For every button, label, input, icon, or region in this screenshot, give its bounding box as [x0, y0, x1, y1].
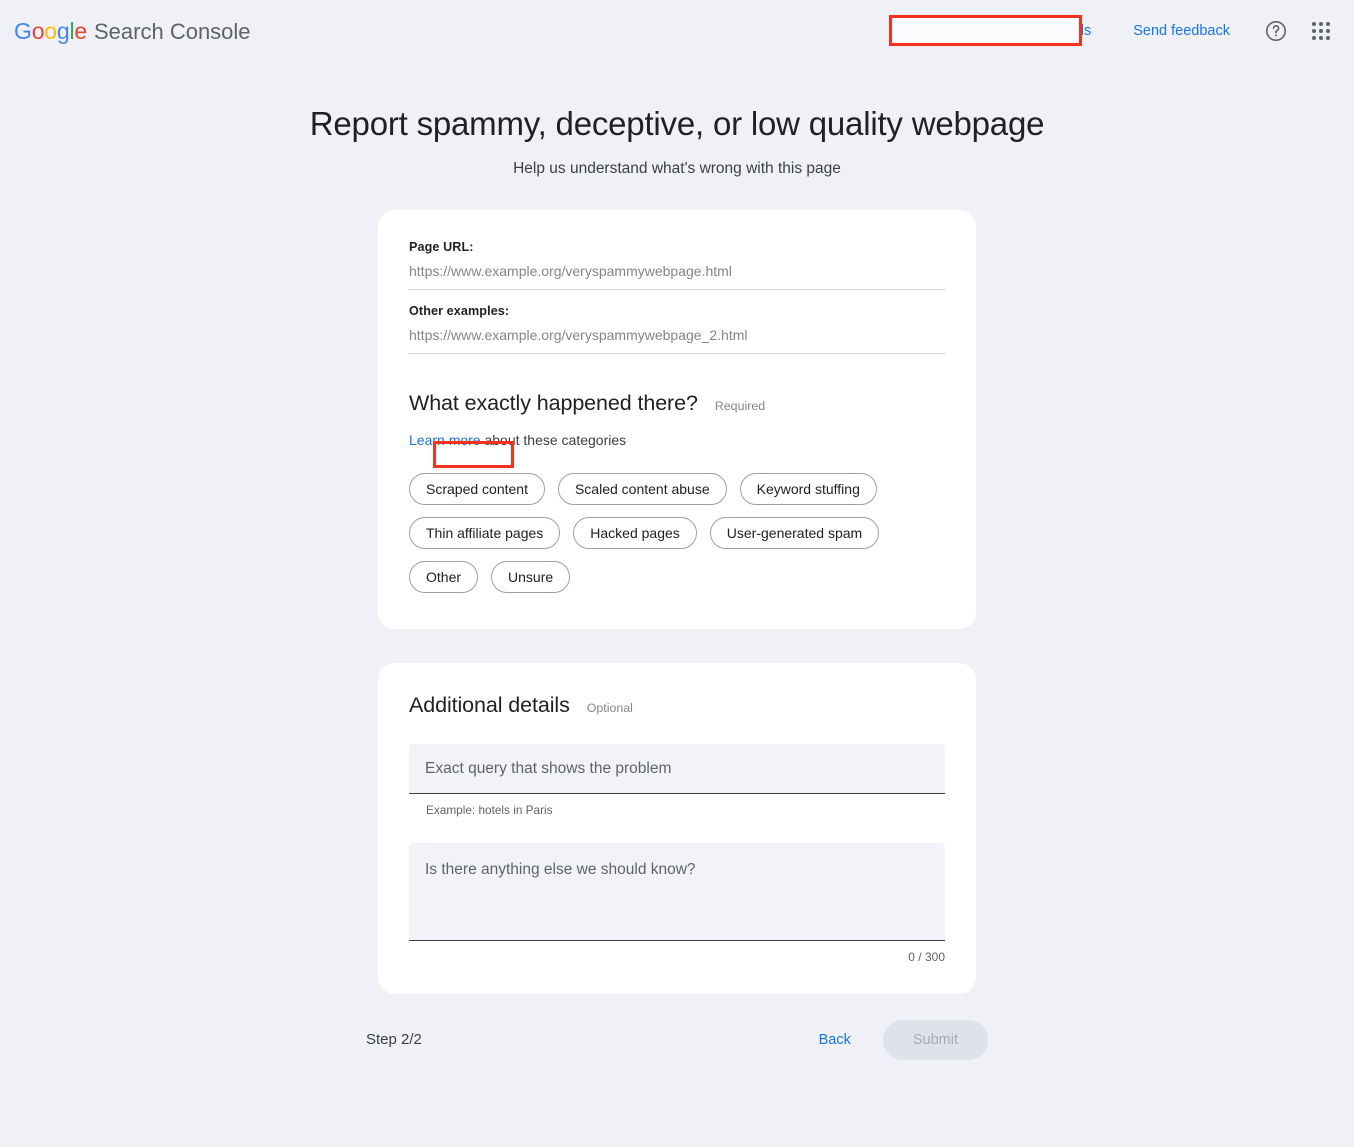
learn-more-row: Learn more about these categories — [409, 432, 945, 448]
category-chip[interactable]: Scraped content — [409, 473, 545, 505]
category-chip[interactable]: Thin affiliate pages — [409, 517, 560, 549]
question-heading: What exactly happened there? Required — [409, 391, 945, 416]
apps-grid-icon[interactable] — [1310, 20, 1332, 42]
other-examples-label: Other examples: — [409, 304, 945, 318]
top-bar-actions: Google Search Essentials Send feedback — [908, 13, 1338, 49]
additional-details-heading: Additional details Optional — [409, 693, 945, 718]
top-app-bar: Google Search Console Google Search Esse… — [0, 0, 1354, 62]
wizard-footer: Step 2/2 Back Submit — [366, 1016, 988, 1064]
learn-more-link[interactable]: Learn more — [409, 432, 481, 448]
query-field-wrap: Example: hotels in Paris — [409, 744, 945, 817]
question-title: What exactly happened there? — [409, 391, 698, 416]
notes-textarea[interactable] — [409, 843, 945, 941]
notes-char-counter: 0 / 300 — [409, 950, 945, 964]
query-input[interactable] — [409, 744, 945, 794]
other-examples-field: Other examples: https://www.example.org/… — [409, 304, 945, 354]
send-feedback-link[interactable]: Send feedback — [1133, 23, 1230, 39]
step-indicator: Step 2/2 — [366, 1031, 422, 1048]
report-card: Page URL: https://www.example.org/verysp… — [378, 210, 976, 629]
product-name: Search Console — [94, 19, 251, 45]
notes-field-wrap: 0 / 300 — [409, 843, 945, 964]
category-chip[interactable]: Unsure — [491, 561, 570, 593]
google-search-essentials-link[interactable]: Google Search Essentials — [924, 23, 1091, 39]
google-search-essentials-link-wrap[interactable]: Google Search Essentials — [908, 13, 1107, 49]
category-chip-group: Scraped content Scaled content abuse Keywo… — [409, 473, 909, 593]
footer-actions: Back Submit — [811, 1020, 988, 1060]
page-title: Report spammy, deceptive, or low quality… — [0, 104, 1354, 144]
page-subtitle: Help us understand what's wrong with thi… — [0, 160, 1354, 178]
other-examples-value: https://www.example.org/veryspammywebpag… — [409, 327, 945, 343]
category-chip[interactable]: Other — [409, 561, 478, 593]
query-field-hint: Example: hotels in Paris — [409, 803, 945, 817]
additional-details-title: Additional details — [409, 693, 570, 718]
help-circle-icon[interactable] — [1264, 19, 1288, 43]
page-url-field: Page URL: https://www.example.org/verysp… — [409, 240, 945, 290]
category-chip[interactable]: Keyword stuffing — [740, 473, 877, 505]
category-chip[interactable]: Hacked pages — [573, 517, 697, 549]
submit-button: Submit — [883, 1020, 988, 1060]
brand-logo[interactable]: Google Search Console — [14, 18, 251, 45]
page-header: Report spammy, deceptive, or low quality… — [0, 104, 1354, 178]
additional-details-optional-flag: Optional — [587, 701, 633, 715]
page-url-value: https://www.example.org/veryspammywebpag… — [409, 263, 945, 279]
page-url-label: Page URL: — [409, 240, 945, 254]
send-feedback-link-wrap[interactable]: Send feedback — [1107, 13, 1248, 49]
question-required-flag: Required — [715, 399, 765, 413]
additional-details-card: Additional details Optional Example: hot… — [378, 663, 976, 994]
category-chip[interactable]: Scaled content abuse — [558, 473, 727, 505]
category-chip[interactable]: User-generated spam — [710, 517, 879, 549]
google-logo: Google — [14, 18, 87, 45]
learn-more-suffix: about these categories — [481, 432, 627, 448]
back-button[interactable]: Back — [811, 1024, 859, 1056]
